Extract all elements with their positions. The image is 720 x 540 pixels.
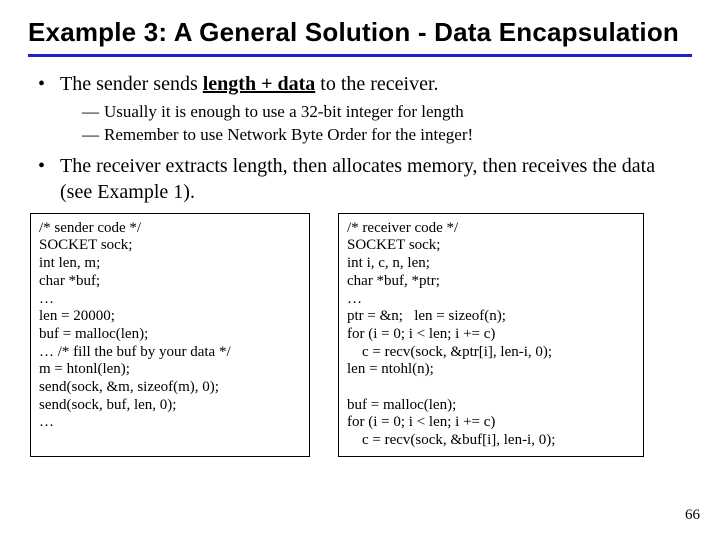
bullet-1-bold: length + data: [203, 73, 316, 95]
title-rule: [28, 54, 692, 57]
bullet-1-post: to the receiver.: [315, 73, 438, 95]
bullet-list: The sender sends length + data to the re…: [28, 71, 692, 205]
sub-bullet-list: Usually it is enough to use a 32-bit int…: [60, 101, 692, 147]
page-number: 66: [685, 507, 700, 524]
sub-bullet-1: Usually it is enough to use a 32-bit int…: [82, 101, 692, 124]
bullet-1: The sender sends length + data to the re…: [36, 71, 692, 147]
sub-bullet-2: Remember to use Network Byte Order for t…: [82, 124, 692, 147]
sender-code-box: /* sender code */ SOCKET sock; int len, …: [30, 213, 310, 457]
code-row: /* sender code */ SOCKET sock; int len, …: [28, 213, 692, 457]
bullet-1-pre: The sender sends: [60, 73, 203, 95]
bullet-2: The receiver extracts length, then alloc…: [36, 153, 692, 205]
slide-title: Example 3: A General Solution - Data Enc…: [28, 18, 692, 48]
receiver-code-box: /* receiver code */ SOCKET sock; int i, …: [338, 213, 644, 457]
